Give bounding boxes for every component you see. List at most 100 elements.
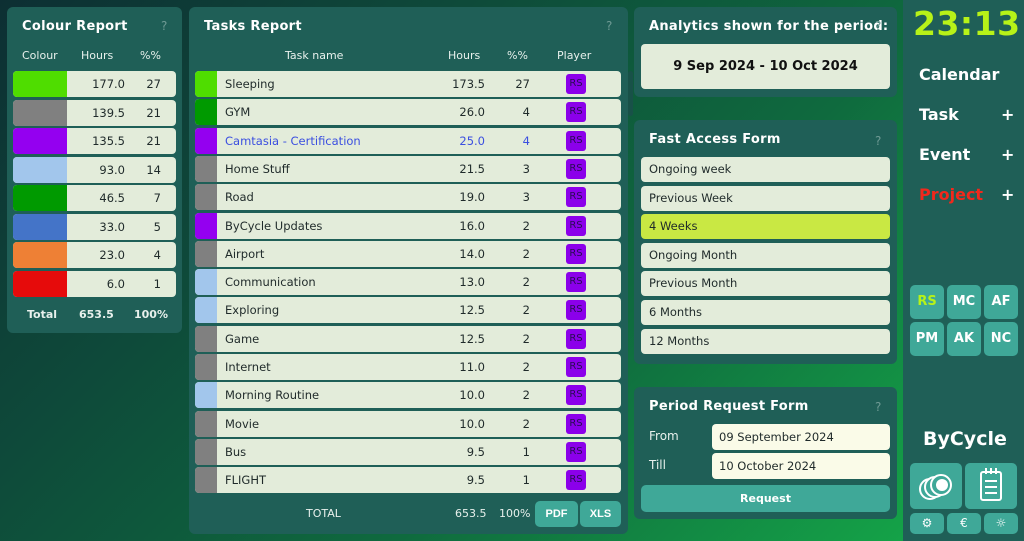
sidebar: 23:13 Calendar Task + Event + Project + RS MC AF… bbox=[903, 0, 1024, 541]
task-colour-swatch bbox=[195, 410, 217, 437]
period-request-panel: Period Request Form ? From Till Request bbox=[634, 387, 897, 519]
euro-button[interactable]: € bbox=[947, 513, 981, 534]
player-badge[interactable]: RS bbox=[566, 74, 586, 94]
task-row[interactable]: Exploring 12.5 2 RS bbox=[195, 297, 621, 324]
player-badge[interactable]: RS bbox=[566, 328, 586, 349]
nav-task[interactable]: Task bbox=[919, 105, 959, 124]
coins-button[interactable] bbox=[910, 463, 962, 509]
task-row[interactable]: Home Stuff 21.5 3 RS bbox=[195, 155, 621, 182]
player-badge[interactable]: RS bbox=[566, 385, 586, 406]
pct-value: 27 bbox=[146, 77, 161, 91]
task-row[interactable]: ByCycle Updates 16.0 2 RS bbox=[195, 212, 621, 239]
player-header: Player bbox=[557, 49, 592, 62]
player-badge[interactable]: RS bbox=[566, 272, 586, 293]
till-date-input[interactable] bbox=[712, 453, 890, 479]
task-name: Internet bbox=[225, 360, 271, 374]
xls-button[interactable]: XLS bbox=[580, 501, 621, 527]
from-date-input[interactable] bbox=[712, 424, 890, 450]
player-badge[interactable]: RS bbox=[566, 243, 586, 264]
colour-swatch bbox=[13, 128, 67, 154]
pct-value: 14 bbox=[146, 162, 161, 177]
player-badge[interactable]: RS bbox=[566, 300, 586, 321]
nav-calendar[interactable]: Calendar bbox=[919, 65, 999, 84]
help-icon[interactable]: ? bbox=[875, 134, 881, 148]
player-badge[interactable]: RS bbox=[566, 357, 586, 377]
nav-project[interactable]: Project bbox=[919, 185, 983, 204]
task-row[interactable]: Sleeping 173.5 27 RS bbox=[195, 71, 621, 97]
colour-swatch bbox=[13, 242, 67, 268]
total-label: TOTAL bbox=[306, 507, 341, 520]
task-hours: 9.5 bbox=[466, 444, 485, 459]
user-button-mc[interactable]: MC bbox=[947, 285, 981, 319]
hours-value: 23.0 bbox=[99, 248, 125, 262]
task-row[interactable]: GYM 26.0 4 RS bbox=[195, 99, 621, 126]
player-badge[interactable]: RS bbox=[566, 441, 586, 462]
task-name: GYM bbox=[225, 105, 251, 120]
task-pct: 2 bbox=[522, 218, 530, 233]
player-badge[interactable]: RS bbox=[566, 215, 586, 236]
task-pct: 2 bbox=[522, 303, 530, 318]
user-button-af[interactable]: AF bbox=[984, 285, 1018, 319]
help-icon[interactable]: ? bbox=[606, 19, 612, 33]
task-row[interactable]: Game 12.5 2 RS bbox=[195, 325, 621, 352]
task-hours: 19.0 bbox=[459, 190, 485, 205]
task-row[interactable]: Camtasia - Certification 25.0 4 RS bbox=[195, 127, 621, 154]
task-pct: 1 bbox=[522, 473, 530, 488]
colour-swatch bbox=[13, 99, 67, 126]
player-badge[interactable]: RS bbox=[566, 102, 586, 123]
fast-access-option[interactable]: 4 Weeks bbox=[641, 214, 890, 240]
fast-access-option[interactable]: Previous Month bbox=[641, 271, 890, 297]
user-button-nc[interactable]: NC bbox=[984, 322, 1018, 356]
task-row[interactable]: Communication 13.0 2 RS bbox=[195, 269, 621, 296]
task-colour-swatch bbox=[195, 354, 217, 380]
fast-access-option[interactable]: Ongoing week bbox=[641, 157, 890, 182]
notepad-button[interactable] bbox=[965, 463, 1017, 509]
fast-access-option[interactable]: Ongoing Month bbox=[641, 242, 890, 268]
task-row[interactable]: Movie 10.0 2 RS bbox=[195, 410, 621, 437]
fast-access-option[interactable]: 12 Months bbox=[641, 328, 890, 354]
player-badge[interactable]: RS bbox=[566, 470, 586, 491]
task-row[interactable]: Morning Routine 10.0 2 RS bbox=[195, 382, 621, 409]
fast-access-option[interactable]: Previous Week bbox=[641, 185, 890, 211]
task-hours: 13.0 bbox=[459, 275, 485, 290]
task-row[interactable]: Airport 14.0 2 RS bbox=[195, 240, 621, 267]
task-name: ByCycle Updates bbox=[225, 218, 323, 233]
lightbulb-button[interactable]: ☼ bbox=[984, 513, 1018, 534]
nav-event[interactable]: Event bbox=[919, 145, 970, 164]
gear-button[interactable]: ⚙ bbox=[910, 513, 944, 534]
help-icon[interactable]: ? bbox=[875, 19, 881, 33]
task-row[interactable]: Internet 11.0 2 RS bbox=[195, 354, 621, 380]
add-event-button[interactable]: + bbox=[1001, 145, 1014, 164]
user-button-pm[interactable]: PM bbox=[910, 322, 944, 356]
add-task-button[interactable]: + bbox=[1001, 105, 1014, 124]
pdf-button[interactable]: PDF bbox=[535, 501, 578, 527]
help-icon[interactable]: ? bbox=[875, 400, 881, 414]
task-colour-swatch bbox=[195, 240, 217, 267]
total-label: Total bbox=[27, 308, 58, 321]
player-badge[interactable]: RS bbox=[566, 413, 586, 434]
user-button-rs[interactable]: RS bbox=[910, 285, 944, 319]
request-button[interactable]: Request bbox=[641, 485, 890, 512]
task-colour-swatch bbox=[195, 467, 217, 494]
task-name: Road bbox=[225, 190, 254, 205]
task-row[interactable]: Road 19.0 3 RS bbox=[195, 184, 621, 211]
task-colour-swatch bbox=[195, 269, 217, 296]
task-name: Exploring bbox=[225, 303, 280, 318]
task-pct: 4 bbox=[522, 105, 530, 120]
task-row[interactable]: FLIGHT 9.5 1 RS bbox=[195, 467, 621, 494]
task-row[interactable]: Bus 9.5 1 RS bbox=[195, 438, 621, 465]
task-hours: 25.0 bbox=[459, 133, 485, 148]
hours-header: Hours bbox=[448, 49, 481, 62]
user-button-ak[interactable]: AK bbox=[947, 322, 981, 356]
player-badge[interactable]: RS bbox=[566, 187, 586, 208]
analytics-title: Analytics shown for the period: bbox=[649, 19, 889, 34]
colour-swatch bbox=[13, 213, 67, 240]
fast-access-option[interactable]: 6 Months bbox=[641, 300, 890, 325]
player-badge[interactable]: RS bbox=[566, 158, 586, 179]
scrollbar[interactable] bbox=[628, 71, 633, 116]
add-project-button[interactable]: + bbox=[1001, 185, 1014, 204]
player-badge[interactable]: RS bbox=[566, 130, 586, 151]
tasks-report-title: Tasks Report bbox=[204, 19, 302, 34]
help-icon[interactable]: ? bbox=[161, 19, 167, 33]
task-colour-swatch bbox=[195, 325, 217, 352]
